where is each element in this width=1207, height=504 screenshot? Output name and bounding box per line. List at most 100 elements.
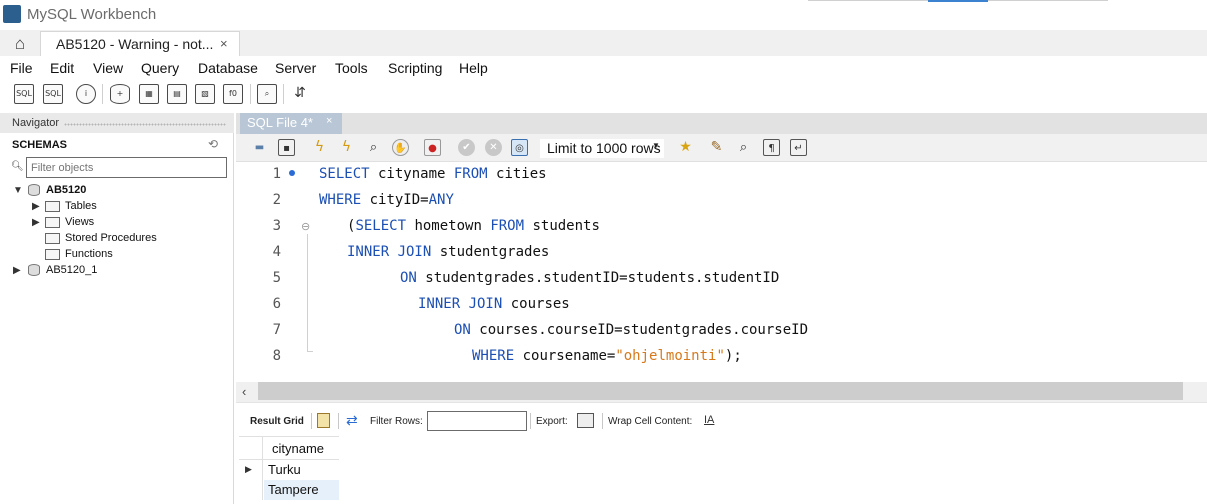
code-line: SELECT cityname FROM cities: [319, 166, 547, 182]
refresh-icon[interactable]: ⟲: [208, 137, 218, 151]
schema-inspector-icon[interactable]: i: [76, 84, 96, 104]
line-number: 6: [272, 296, 281, 312]
toolbar-separator: [602, 413, 603, 429]
navigator-drag-handle[interactable]: [64, 123, 226, 126]
export-label: Export:: [536, 416, 568, 427]
line-number: 8: [272, 348, 281, 364]
menu-scripting[interactable]: Scripting: [388, 60, 442, 76]
reconnect-icon[interactable]: ⇵: [290, 84, 310, 104]
menu-query[interactable]: Query: [141, 60, 179, 76]
stop-on-error-icon[interactable]: ●: [424, 139, 441, 156]
create-function-icon[interactable]: f0: [223, 84, 243, 104]
wrap-toggle-icon[interactable]: IA: [704, 414, 714, 426]
execute-current-icon[interactable]: ϟ: [338, 139, 355, 156]
fold-toggle-icon[interactable]: ⊖: [301, 220, 310, 233]
menu-tools[interactable]: Tools: [335, 60, 368, 76]
sql-text: cities: [487, 166, 547, 182]
open-file-icon[interactable]: ▬: [251, 139, 268, 156]
word-wrap-icon[interactable]: ↵: [790, 139, 807, 156]
schema-ab5120-1[interactable]: AB5120_1: [46, 264, 97, 276]
row-header[interactable]: [239, 480, 263, 500]
grid-corner[interactable]: [239, 436, 263, 460]
column-header-cityname[interactable]: cityname: [272, 441, 324, 456]
expand-arrow-icon[interactable]: ▶: [13, 265, 21, 276]
sql-text: studentgrades: [431, 244, 550, 260]
close-tab-icon[interactable]: ×: [326, 115, 332, 127]
explain-icon[interactable]: ⌕: [365, 139, 382, 156]
menu-edit[interactable]: Edit: [50, 60, 74, 76]
menu-bar: [0, 56, 1207, 78]
tree-item-views[interactable]: Views: [65, 216, 94, 228]
scroll-left-icon[interactable]: ‹: [242, 384, 246, 399]
find-icon[interactable]: ⌕: [735, 139, 752, 156]
schema-ab5120[interactable]: AB5120: [46, 184, 86, 196]
open-sql-script-icon[interactable]: SQL: [43, 84, 63, 104]
scrollbar-thumb[interactable]: [258, 382, 1183, 400]
menu-file[interactable]: File: [10, 60, 33, 76]
title-bar-accent: [928, 0, 988, 2]
wrap-cell-content-label: Wrap Cell Content:: [608, 416, 693, 427]
create-table-icon[interactable]: ▦: [139, 84, 159, 104]
execute-icon[interactable]: ϟ: [311, 139, 328, 156]
menu-view[interactable]: View: [93, 60, 123, 76]
expand-arrow-icon[interactable]: ▼: [13, 185, 23, 196]
sql-editor-tab-bar: [236, 113, 1207, 134]
sql-file-tab-label: SQL File 4*: [247, 115, 313, 130]
schemas-title: SCHEMAS: [12, 139, 68, 151]
sql-text: students: [524, 218, 600, 234]
sql-keyword: ON: [454, 322, 471, 338]
refresh-icon[interactable]: ⇄: [346, 412, 358, 429]
code-line: WHERE coursename="ohjelmointi");: [472, 348, 742, 364]
tree-item-tables[interactable]: Tables: [65, 200, 97, 212]
autocommit-icon[interactable]: ◎: [511, 139, 528, 156]
database-icon: [28, 264, 40, 276]
table-cell[interactable]: Turku: [264, 460, 339, 480]
limit-rows-select[interactable]: Limit to 1000 rows: [540, 139, 664, 158]
tree-item-functions[interactable]: Functions: [65, 248, 113, 260]
chevron-down-icon[interactable]: ▼: [652, 141, 660, 150]
rollback-icon[interactable]: ✕: [485, 139, 502, 156]
tables-folder-icon: [45, 201, 60, 212]
sql-keyword: WHERE: [319, 192, 362, 208]
expand-arrow-icon[interactable]: ▶: [32, 217, 40, 228]
code-line: ON studentgrades.studentID=students.stud…: [400, 270, 779, 286]
sql-keyword: FROM: [453, 166, 488, 182]
table-cell[interactable]: Tampere: [264, 480, 339, 500]
toolbar-separator: [311, 413, 312, 429]
sql-text: cityID=: [361, 192, 429, 208]
add-snippet-icon[interactable]: ★: [677, 139, 694, 156]
row-pointer-icon: ▶: [245, 464, 252, 474]
result-grid: [239, 436, 1207, 504]
save-icon[interactable]: ▪: [278, 139, 295, 156]
result-grid-button[interactable]: Result Grid: [250, 416, 304, 427]
invisible-characters-icon[interactable]: ¶: [763, 139, 780, 156]
menu-server[interactable]: Server: [275, 60, 316, 76]
close-tab-icon[interactable]: ×: [220, 36, 228, 51]
expand-arrow-icon[interactable]: ▶: [32, 201, 40, 212]
stop-icon[interactable]: ✋: [392, 139, 409, 156]
code-line: INNER JOIN studentgrades: [347, 244, 549, 260]
home-icon[interactable]: ⌂: [8, 34, 32, 54]
create-schema-icon[interactable]: +: [110, 84, 130, 104]
sql-keyword: FROM: [490, 218, 525, 234]
filter-objects-input[interactable]: [26, 157, 227, 178]
line-number: 7: [272, 322, 281, 338]
tree-item-stored-procedures[interactable]: Stored Procedures: [65, 232, 157, 244]
export-icon[interactable]: [577, 413, 594, 428]
sql-text: studentgrades.studentID=students.student…: [416, 270, 780, 286]
sql-keyword: INNER JOIN: [347, 244, 432, 260]
create-procedure-icon[interactable]: ▧: [195, 84, 215, 104]
new-sql-tab-icon[interactable]: SQL: [14, 84, 34, 104]
filter-rows-input[interactable]: [427, 411, 527, 431]
sql-text: );: [724, 348, 742, 364]
current-statement-marker: [289, 170, 295, 176]
create-view-icon[interactable]: ▤: [167, 84, 187, 104]
grid-form-icon[interactable]: [317, 413, 330, 428]
commit-icon[interactable]: ✔: [458, 139, 475, 156]
sql-keyword: INNER JOIN: [418, 296, 503, 312]
search-table-data-icon[interactable]: ⌕: [257, 84, 277, 104]
sql-keyword: WHERE: [472, 348, 515, 364]
beautify-icon[interactable]: ✎: [708, 139, 725, 156]
menu-help[interactable]: Help: [459, 60, 488, 76]
menu-database[interactable]: Database: [198, 60, 258, 76]
